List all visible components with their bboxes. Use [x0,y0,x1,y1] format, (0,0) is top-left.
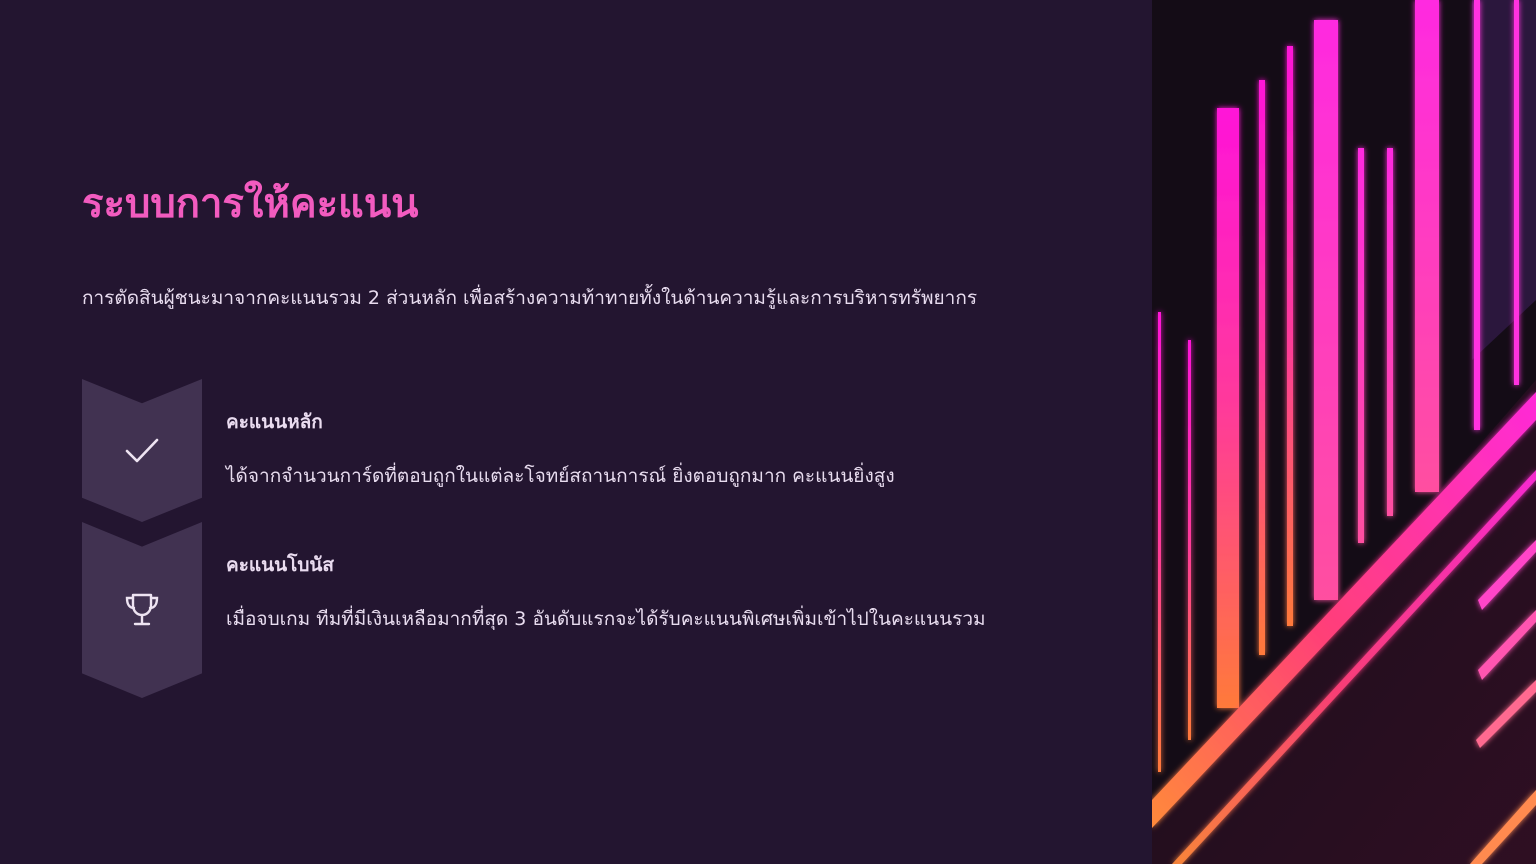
slide-content: ระบบการให้คะแนน การตัดสินผู้ชนะมาจากคะแน… [0,0,1152,864]
slide: ระบบการให้คะแนน การตัดสินผู้ชนะมาจากคะแน… [0,0,1536,864]
item-heading: คะแนนโบนัส [226,554,334,576]
trophy-icon [122,590,162,630]
item-text: ได้จากจำนวนการ์ดที่ตอบถูกในแต่ละโจทย์สถา… [226,465,895,487]
item-text: เมื่อจบเกม ทีมที่มีเงินเหลือมากที่สุด 3 … [226,608,986,630]
scoring-item-bonus: คะแนนโบนัส เมื่อจบเกม ทีมที่มีเงินเหลือม… [82,522,1082,698]
slide-title: ระบบการให้คะแนน [82,181,419,227]
checkmark-icon [122,430,162,470]
neon-lines-image [1152,0,1536,864]
slide-intro: การตัดสินผู้ชนะมาจากคะแนนรวม 2 ส่วนหลัก … [82,287,978,309]
scoring-item-main: คะแนนหลัก ได้จากจำนวนการ์ดที่ตอบถูกในแต่… [82,379,1082,522]
item-heading: คะแนนหลัก [226,411,323,433]
